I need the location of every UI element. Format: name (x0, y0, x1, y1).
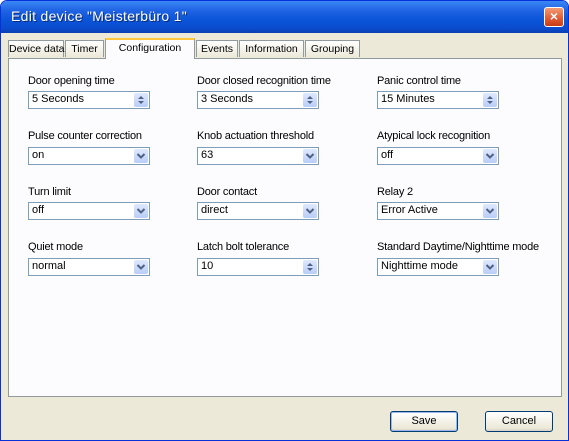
knob-actuation-threshold-dropdown[interactable]: 63 (197, 147, 319, 165)
standard-daytime-nighttime-mode-dropdown[interactable]: Nighttime mode (377, 258, 499, 276)
turn-limit-dropdown[interactable]: off (28, 202, 150, 220)
door-closed-recognition-time-label: Door closed recognition time (197, 75, 331, 87)
door-opening-time-label: Door opening time (28, 75, 115, 87)
pulse-counter-correction-label: Pulse counter correction (28, 130, 142, 142)
window-title: Edit device "Meisterbüro 1" (11, 8, 188, 24)
knob-actuation-threshold-label: Knob actuation threshold (197, 130, 314, 142)
relay-2-value: Error Active (381, 204, 438, 216)
dialog-window: Edit device "Meisterbüro 1" × Device dat… (0, 0, 569, 441)
spinner-arrows-icon[interactable] (483, 93, 497, 107)
relay-2-label: Relay 2 (377, 186, 413, 198)
panic-control-time-value[interactable]: 15 Minutes (381, 93, 435, 105)
close-icon: × (549, 8, 559, 24)
chevron-down-icon[interactable] (483, 149, 497, 163)
turn-limit-value: off (32, 204, 45, 216)
atypical-lock-recognition-label: Atypical lock recognition (377, 130, 491, 142)
tab-device-data[interactable]: Device data (8, 40, 64, 57)
spinner-arrows-icon[interactable] (134, 93, 148, 107)
tab-information[interactable]: Information (239, 40, 304, 57)
latch-bolt-tolerance-label: Latch bolt tolerance (197, 241, 290, 253)
chevron-down-icon[interactable] (134, 260, 148, 274)
cancel-button[interactable]: Cancel (485, 411, 553, 432)
pulse-counter-correction-dropdown[interactable]: on (28, 147, 150, 165)
panic-control-time-spinner[interactable]: 15 Minutes (377, 91, 499, 109)
door-contact-value: direct (201, 204, 228, 216)
atypical-lock-recognition-dropdown[interactable]: off (377, 147, 499, 165)
close-button[interactable]: × (544, 7, 564, 27)
tab-events[interactable]: Events (196, 40, 238, 57)
pulse-counter-correction-value: on (32, 149, 45, 161)
chevron-down-icon[interactable] (483, 204, 497, 218)
door-contact-dropdown[interactable]: direct (197, 202, 319, 220)
chevron-down-icon[interactable] (134, 204, 148, 218)
chevron-down-icon[interactable] (134, 149, 148, 163)
save-button[interactable]: Save (390, 411, 458, 432)
turn-limit-label: Turn limit (28, 186, 71, 198)
door-closed-recognition-time-spinner[interactable]: 3 Seconds (197, 91, 319, 109)
door-closed-recognition-time-value[interactable]: 3 Seconds (201, 93, 253, 105)
atypical-lock-recognition-value: off (381, 149, 394, 161)
quiet-mode-dropdown[interactable]: normal (28, 258, 150, 276)
quiet-mode-label: Quiet mode (28, 241, 83, 253)
tab-timer[interactable]: Timer (65, 40, 104, 57)
latch-bolt-tolerance-value[interactable]: 10 (201, 260, 213, 272)
configuration-panel: Door opening time 5 Seconds Door closed … (8, 58, 562, 397)
chevron-down-icon[interactable] (483, 260, 497, 274)
door-contact-label: Door contact (197, 186, 257, 198)
panic-control-time-label: Panic control time (377, 75, 461, 87)
knob-actuation-threshold-value: 63 (201, 149, 214, 161)
standard-daytime-nighttime-mode-value: Nighttime mode (381, 260, 459, 272)
quiet-mode-value: normal (32, 260, 66, 272)
tab-grouping[interactable]: Grouping (305, 40, 360, 57)
door-opening-time-value[interactable]: 5 Seconds (32, 93, 84, 105)
chevron-down-icon[interactable] (303, 204, 317, 218)
relay-2-dropdown[interactable]: Error Active (377, 202, 499, 220)
spinner-arrows-icon[interactable] (303, 260, 317, 274)
title-bar[interactable]: Edit device "Meisterbüro 1" × (1, 1, 568, 33)
latch-bolt-tolerance-spinner[interactable]: 10 (197, 258, 319, 276)
chevron-down-icon[interactable] (303, 149, 317, 163)
tab-configuration[interactable]: Configuration (105, 38, 195, 59)
door-opening-time-spinner[interactable]: 5 Seconds (28, 91, 150, 109)
spinner-arrows-icon[interactable] (303, 93, 317, 107)
standard-daytime-nighttime-mode-label: Standard Daytime/Nighttime mode (377, 241, 539, 253)
